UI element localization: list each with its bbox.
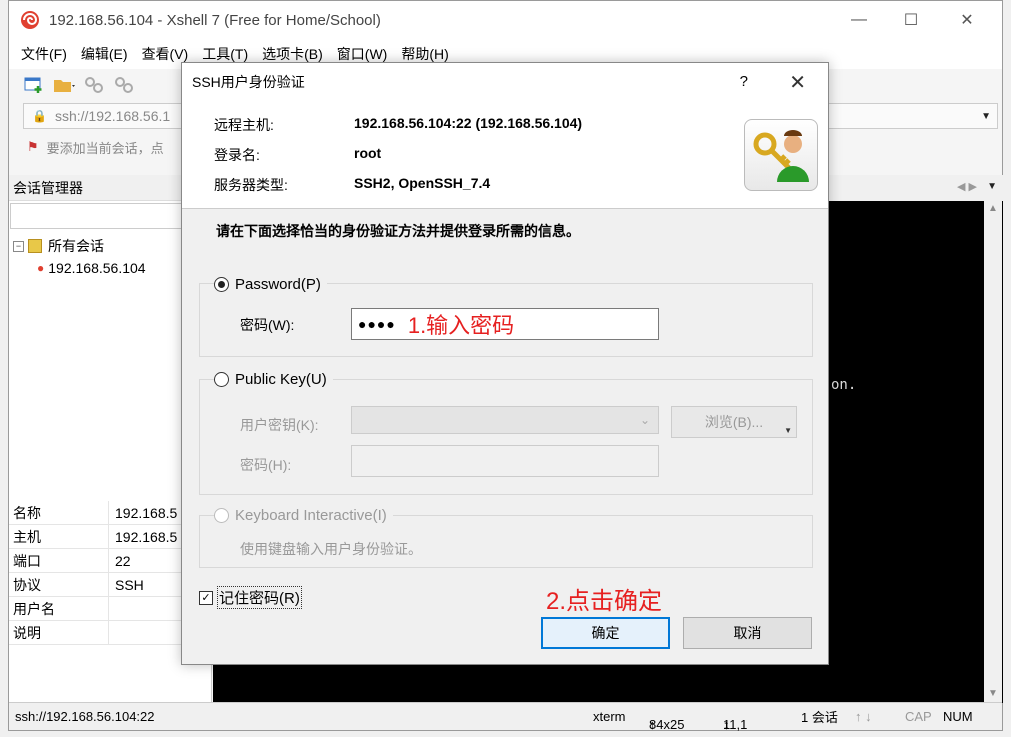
prop-key: 名称 [9, 501, 109, 524]
dialog-title: SSH用户身份验证 [192, 74, 305, 90]
key-user-icon [744, 119, 818, 191]
remember-password-label: 记住密码(R) [217, 586, 302, 609]
status-bar: ssh://192.168.56.104:22 xterm ↕ 84x25 ↕ … [9, 702, 1002, 732]
passphrase-label: 密码(H): [240, 457, 292, 473]
tree-item-label: 192.168.56.104 [48, 260, 146, 276]
public-key-radio[interactable]: Public Key(U) [214, 371, 333, 388]
server-type-row: 服务器类型: SSH2, OpenSSH_7.4 [214, 175, 490, 195]
terminal-text: on. [831, 377, 857, 393]
keyboard-interactive-radio[interactable]: Keyboard Interactive(I) [214, 507, 393, 524]
status-size-value: 84x25 [649, 716, 685, 732]
minimize-button[interactable]: — [836, 1, 882, 39]
chevron-down-icon: ⌄ [639, 413, 650, 427]
session-manager-title: 会话管理器 [13, 179, 83, 196]
annotation-enter-password: 1.输入密码 [407, 313, 515, 338]
user-key-label: 用户密钥(K): [240, 417, 319, 433]
terminal-scrollbar[interactable]: ▲ ▼ [984, 201, 1002, 703]
hint-text: 要添加当前会话，点 [46, 140, 164, 156]
server-type-value: SSH2, OpenSSH_7.4 [354, 175, 491, 191]
prop-key: 主机 [9, 525, 109, 548]
user-key-select[interactable]: ⌄ [351, 406, 659, 434]
prop-key: 端口 [9, 549, 109, 572]
menu-tools[interactable]: 工具(T) [202, 44, 248, 64]
close-window-button[interactable]: ✕ [944, 1, 990, 39]
checkmark-icon[interactable]: ✓ [199, 590, 213, 605]
remote-host-value: 192.168.56.104:22 (192.168.56.104) [354, 115, 583, 131]
prop-key: 用户名 [9, 597, 109, 620]
password-input[interactable]: ●●●● 1.输入密码 [351, 308, 659, 340]
connect-icon[interactable] [83, 74, 105, 96]
lock-icon: 🔒 [32, 109, 47, 123]
address-dropdown-icon[interactable]: ▼ [981, 111, 991, 122]
remote-host-row: 远程主机: 192.168.56.104:22 (192.168.56.104) [214, 115, 582, 135]
status-url: ssh://192.168.56.104:22 [15, 709, 155, 724]
radio-selected-icon[interactable] [214, 277, 229, 292]
session-icon: ● [37, 261, 45, 275]
scroll-up-icon[interactable]: ▲ [988, 203, 998, 214]
login-label: 登录名: [214, 147, 260, 163]
menu-file[interactable]: 文件(F) [21, 44, 67, 64]
dialog-title-bar: SSH用户身份验证 ? ✕ [182, 63, 828, 101]
tree-item-label: 所有会话 [48, 238, 104, 254]
xshell-logo-icon [19, 9, 41, 31]
menu-tabs[interactable]: 选项卡(B) [262, 44, 323, 64]
ssh-auth-dialog: SSH用户身份验证 ? ✕ 远程主机: 192.168.56.104:22 (1… [181, 62, 829, 665]
ok-button-label: 确定 [591, 625, 620, 641]
status-term: xterm [593, 709, 626, 724]
instruction-text: 请在下面选择恰当的身份验证方法并提供登录所需的信息。 [216, 223, 580, 239]
password-radio-label: Password(P) [235, 276, 321, 293]
bookmark-flag-icon: ⚑ [27, 139, 39, 154]
new-session-icon[interactable] [23, 74, 45, 96]
menu-view[interactable]: 查看(V) [142, 44, 189, 64]
browse-dropdown-icon: ▼ [784, 426, 792, 435]
cancel-button[interactable]: 取消 [683, 617, 812, 649]
title-bar: 192.168.56.104 - Xshell 7 (Free for Home… [9, 1, 1002, 39]
prop-key: 协议 [9, 573, 109, 596]
folder-icon [28, 239, 42, 253]
passphrase-input[interactable] [351, 445, 659, 477]
dialog-close-button[interactable]: ✕ [789, 70, 806, 95]
public-key-radio-label: Public Key(U) [235, 371, 327, 388]
session-search-input[interactable] [10, 203, 210, 229]
tree-item-session[interactable]: ● 192.168.56.104 [13, 257, 207, 279]
menu-edit[interactable]: 编辑(E) [81, 44, 128, 64]
annotation-click-ok: 2.点击确定 [546, 588, 663, 615]
open-folder-icon[interactable] [53, 74, 75, 96]
disconnect-icon[interactable] [113, 74, 135, 96]
login-value: root [354, 145, 382, 161]
help-button[interactable]: ? [740, 73, 748, 90]
session-nav-icon[interactable]: ↑ ↓ [855, 709, 872, 724]
password-field-label: 密码(W): [240, 317, 295, 333]
scroll-down-icon[interactable]: ▼ [988, 688, 998, 699]
browse-button-label: 浏览(B)... [704, 414, 764, 430]
menu-window[interactable]: 窗口(W) [337, 44, 388, 64]
tree-item-all-sessions[interactable]: − 所有会话 [13, 235, 207, 257]
address-value: ssh://192.168.56.1 [54, 108, 171, 124]
menu-help[interactable]: 帮助(H) [401, 44, 448, 64]
remote-host-label: 远程主机: [214, 117, 274, 133]
status-cursor-value: 11,1 [723, 716, 748, 732]
window-title: 192.168.56.104 - Xshell 7 (Free for Home… [49, 11, 381, 29]
cancel-button-label: 取消 [733, 625, 762, 641]
password-radio[interactable]: Password(P) [214, 276, 327, 293]
server-type-label: 服务器类型: [214, 177, 288, 193]
keyboard-interactive-description: 使用键盘输入用户身份验证。 [240, 541, 422, 557]
tab-scroll-icon[interactable]: ◀ ▶ [957, 180, 977, 193]
radio-unselected-icon[interactable] [214, 372, 229, 387]
status-sessions: 1 会话 [801, 710, 838, 725]
status-cap: CAP [905, 709, 932, 724]
maximize-button[interactable]: ☐ [888, 1, 934, 39]
remember-password-checkbox[interactable]: ✓ 记住密码(R) [199, 586, 302, 609]
collapse-icon[interactable]: − [13, 240, 24, 252]
radio-disabled-icon[interactable] [214, 508, 229, 523]
prop-key: 说明 [9, 621, 109, 644]
status-num: NUM [943, 709, 973, 724]
browse-button[interactable]: 浏览(B)... ▼ [671, 406, 797, 438]
ok-button[interactable]: 确定 [541, 617, 670, 649]
keyboard-interactive-label: Keyboard Interactive(I) [235, 507, 387, 524]
tab-list-dropdown-icon[interactable]: ▼ [987, 181, 997, 192]
login-row: 登录名: root [214, 145, 381, 165]
connection-info: 远程主机: 192.168.56.104:22 (192.168.56.104)… [182, 101, 828, 209]
password-value: ●●●● [358, 316, 396, 332]
